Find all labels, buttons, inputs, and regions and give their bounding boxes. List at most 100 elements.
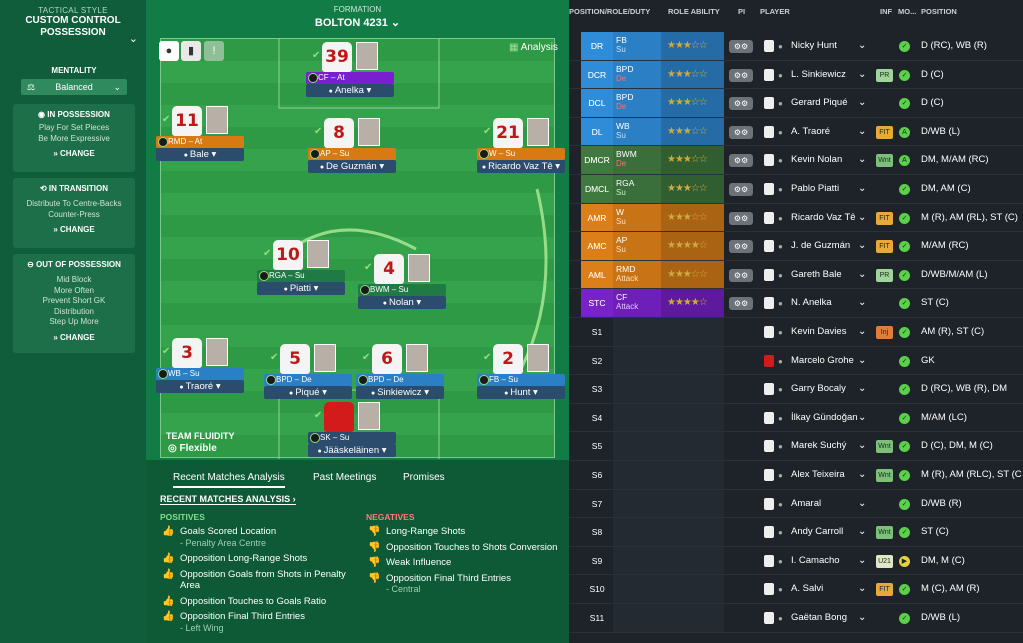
player-role-badge[interactable]: AP – Su [308,148,396,160]
pitch-player[interactable]: ✔ 39 CF – At ● Anelka ▾ [306,40,394,98]
player-role-badge[interactable]: BPD – De [264,374,352,386]
player-name[interactable]: Marek Suchý [791,432,846,460]
player-role-badge[interactable]: W – Su [477,148,565,160]
pitch-player[interactable]: ✔ 10 RGA – Su ● Piatti ▾ [257,238,345,296]
table-row[interactable]: DRFBSu⌄★★★☆☆ ⚙⚙ ● Nicky Hunt ⌄ ✓ D (RC), WB (R… [569,32,1023,61]
chevron-down-icon[interactable]: ⌄ [858,69,866,80]
mentality-select[interactable]: ⚖ Balanced ⌄ [21,79,127,95]
table-row[interactable]: DCLBPDDe⌄★★★☆☆ ⚙⚙ ● Gerard Piqué ⌄ ✓ D (C) [569,89,1023,118]
chevron-down-icon[interactable]: ⌄ [858,326,866,337]
header-role-ability[interactable]: ROLE ABILITY [668,7,720,16]
player-role-badge[interactable]: FB – Su [477,374,565,386]
table-row[interactable]: DLWBSu⌄★★★☆☆ ⚙⚙ ● A. Traoré ⌄ FIT A D/WB (L) [569,117,1023,147]
player-name[interactable]: A. Salvi [791,575,823,603]
chevron-down-icon[interactable]: ⌄ [858,183,866,194]
player-instructions-icon[interactable]: ⚙⚙ [729,297,753,311]
chevron-down-icon[interactable]: ⌄ [858,555,866,566]
chevron-down-icon[interactable]: ⌄ [858,40,866,51]
chevron-down-icon[interactable]: ⌄ [858,412,866,423]
table-row[interactable]: S7 ● Amaral ⌄ ✓ D/WB (R) [569,489,1023,519]
in-possession-change-button[interactable]: » CHANGE [13,149,135,158]
player-name[interactable]: Nicky Hunt [791,32,837,60]
tab-recent-matches[interactable]: Recent Matches Analysis [173,472,285,488]
player-name-tag[interactable]: ● Traoré ▾ [156,380,244,393]
role-duty-select[interactable]: WBSu⌄ [613,117,703,146]
analysis-button[interactable]: ▦ Analysis [509,42,558,53]
player-name-tag[interactable]: ● De Guzmán ▾ [308,160,396,173]
player-role-badge[interactable]: WB – Su [156,368,244,380]
table-row[interactable]: DMCLRGASu⌄★★★☆☆ ⚙⚙ ● Pablo Piatti ⌄ ✓ DM, AM (… [569,175,1023,204]
table-row[interactable]: AMLRMDAttack⌄★★★☆☆ ⚙⚙ ● Gareth Bale ⌄ PR ✓ D/WB… [569,260,1023,290]
role-duty-select[interactable]: FBSu⌄ [613,32,703,60]
player-name[interactable]: Pablo Piatti [791,175,839,203]
role-duty-select[interactable]: WSu⌄ [613,203,703,232]
chevron-down-icon[interactable]: ⌄ [858,97,866,108]
player-name[interactable]: Gerard Piqué [791,89,848,117]
chevron-down-icon[interactable]: ⌄ [858,469,866,480]
player-role-badge[interactable]: BWM – Su [358,284,446,296]
table-row[interactable]: S10 ● A. Salvi ⌄ FIT ✓ M (C), AM (R) [569,575,1023,604]
player-name[interactable]: N. Anelka [791,289,832,317]
tactical-style[interactable]: TACTICAL STYLE CUSTOM CONTROL POSSESSION… [12,6,138,45]
role-duty-select[interactable]: RMDAttack⌄ [613,260,703,289]
header-mo[interactable]: MO... [898,7,916,16]
role-duty-select[interactable]: BWMDe⌄ [613,146,703,174]
header-pi[interactable]: PI [738,7,745,16]
tab-promises[interactable]: Promises [403,472,445,483]
header-player[interactable]: PLAYER [760,7,790,16]
pitch-player[interactable]: ✔ 11 RMD – At ● Bale ▾ [156,104,244,162]
pitch-player[interactable]: ✔ 5 BPD – De ● Piqué ▾ [264,342,352,400]
player-view-toggle[interactable]: ● [159,41,179,61]
chevron-down-icon[interactable]: ⌄ [858,440,866,451]
table-row[interactable]: DMCRBWMDe⌄★★★☆☆ ⚙⚙ ● Kevin Nolan ⌄ Wnt A DM, M/… [569,146,1023,175]
table-row[interactable]: STCCFAttack⌄★★★★☆ ⚙⚙ ● N. Anelka ⌄ ✓ ST (C) [569,289,1023,318]
table-row[interactable]: S1 ● Kevin Davies ⌄ Inj ✓ AM (R), ST (C) [569,318,1023,347]
player-name-tag[interactable]: ● Piatti ▾ [257,282,345,295]
table-row[interactable]: AMRWSu⌄★★★☆☆ ⚙⚙ ● Ricardo Vaz Tê⌄ FIT ✓ M (R),… [569,203,1023,233]
in-transition-change-button[interactable]: » CHANGE [13,225,135,234]
player-name-tag[interactable]: ● Nolan ▾ [358,296,446,309]
recent-matches-link[interactable]: RECENT MATCHES ANALYSIS › [160,494,296,505]
header-position-role-duty[interactable]: POSITION/ROLE/DUTY [569,7,650,16]
player-name-tag[interactable]: ● Piqué ▾ [264,386,352,399]
table-row[interactable]: S11 ● Gaëtan Bong ⌄ ✓ D/WB (L) [569,604,1023,633]
player-role-badge[interactable]: RGA – Su [257,270,345,282]
player-name[interactable]: Gareth Bale [791,261,842,289]
table-row[interactable]: S9 ● I. Camacho ⌄ U21 ▶ DM, M (C) [569,546,1023,576]
header-inf[interactable]: INF [880,7,892,16]
player-name[interactable]: Gaëtan Bong [791,604,847,632]
player-role-badge[interactable]: BPD – De [356,374,444,386]
player-name[interactable]: J. de Guzmán [791,232,850,260]
pitch-player[interactable]: ✔ 4 BWM – Su ● Nolan ▾ [358,252,446,310]
role-duty-select[interactable]: CFAttack⌄ [613,289,703,317]
player-name[interactable]: I. Camacho [791,547,840,575]
player-name[interactable]: A. Traoré [791,118,830,146]
player-name[interactable]: L. Sinkiewicz [791,61,846,89]
player-instructions-icon[interactable]: ⚙⚙ [729,125,753,139]
player-name[interactable]: Garry Bocaly [791,375,846,403]
pitch-player[interactable]: ✔ 3 WB – Su ● Traoré ▾ [156,336,244,394]
player-name[interactable]: Alex Teixeira [791,461,845,489]
out-of-possession-change-button[interactable]: » CHANGE [13,333,135,342]
chevron-down-icon[interactable]: ⌄ [858,612,866,623]
chevron-down-icon[interactable]: ⌄ [858,383,866,394]
role-duty-select[interactable]: RGASu⌄ [613,175,703,203]
table-row[interactable]: S5 ● Marek Suchý ⌄ Wnt ✓ D (C), DM, M (C) [569,432,1023,461]
player-instructions-icon[interactable]: ⚙⚙ [729,183,753,196]
chevron-down-icon[interactable]: ⌄ [858,240,866,251]
player-instructions-icon[interactable]: ⚙⚙ [729,68,753,82]
chevron-down-icon[interactable]: ⌄ [858,583,866,594]
chevron-down-icon[interactable]: ⌄ [129,32,138,45]
chevron-down-icon[interactable]: ⌄ [858,498,866,509]
pitch-player[interactable]: ✔ 2 FB – Su ● Hunt ▾ [477,342,565,400]
player-name[interactable]: İlkay Gündoğan [791,404,858,432]
player-name[interactable]: Andy Carroll [791,518,843,546]
player-name[interactable]: Amaral [791,490,821,518]
player-instructions-icon[interactable]: ⚙⚙ [729,268,753,282]
pitch-player[interactable]: ✔ 6 BPD – De ● Sinkiewicz ▾ [356,342,444,400]
player-name[interactable]: Ricardo Vaz Tê [791,204,856,232]
player-role-badge[interactable]: SK – Su [308,432,396,444]
role-duty-select[interactable]: APSu⌄ [613,232,703,260]
role-duty-select[interactable]: BPDDe⌄ [613,60,703,89]
player-instructions-icon[interactable]: ⚙⚙ [729,211,753,225]
